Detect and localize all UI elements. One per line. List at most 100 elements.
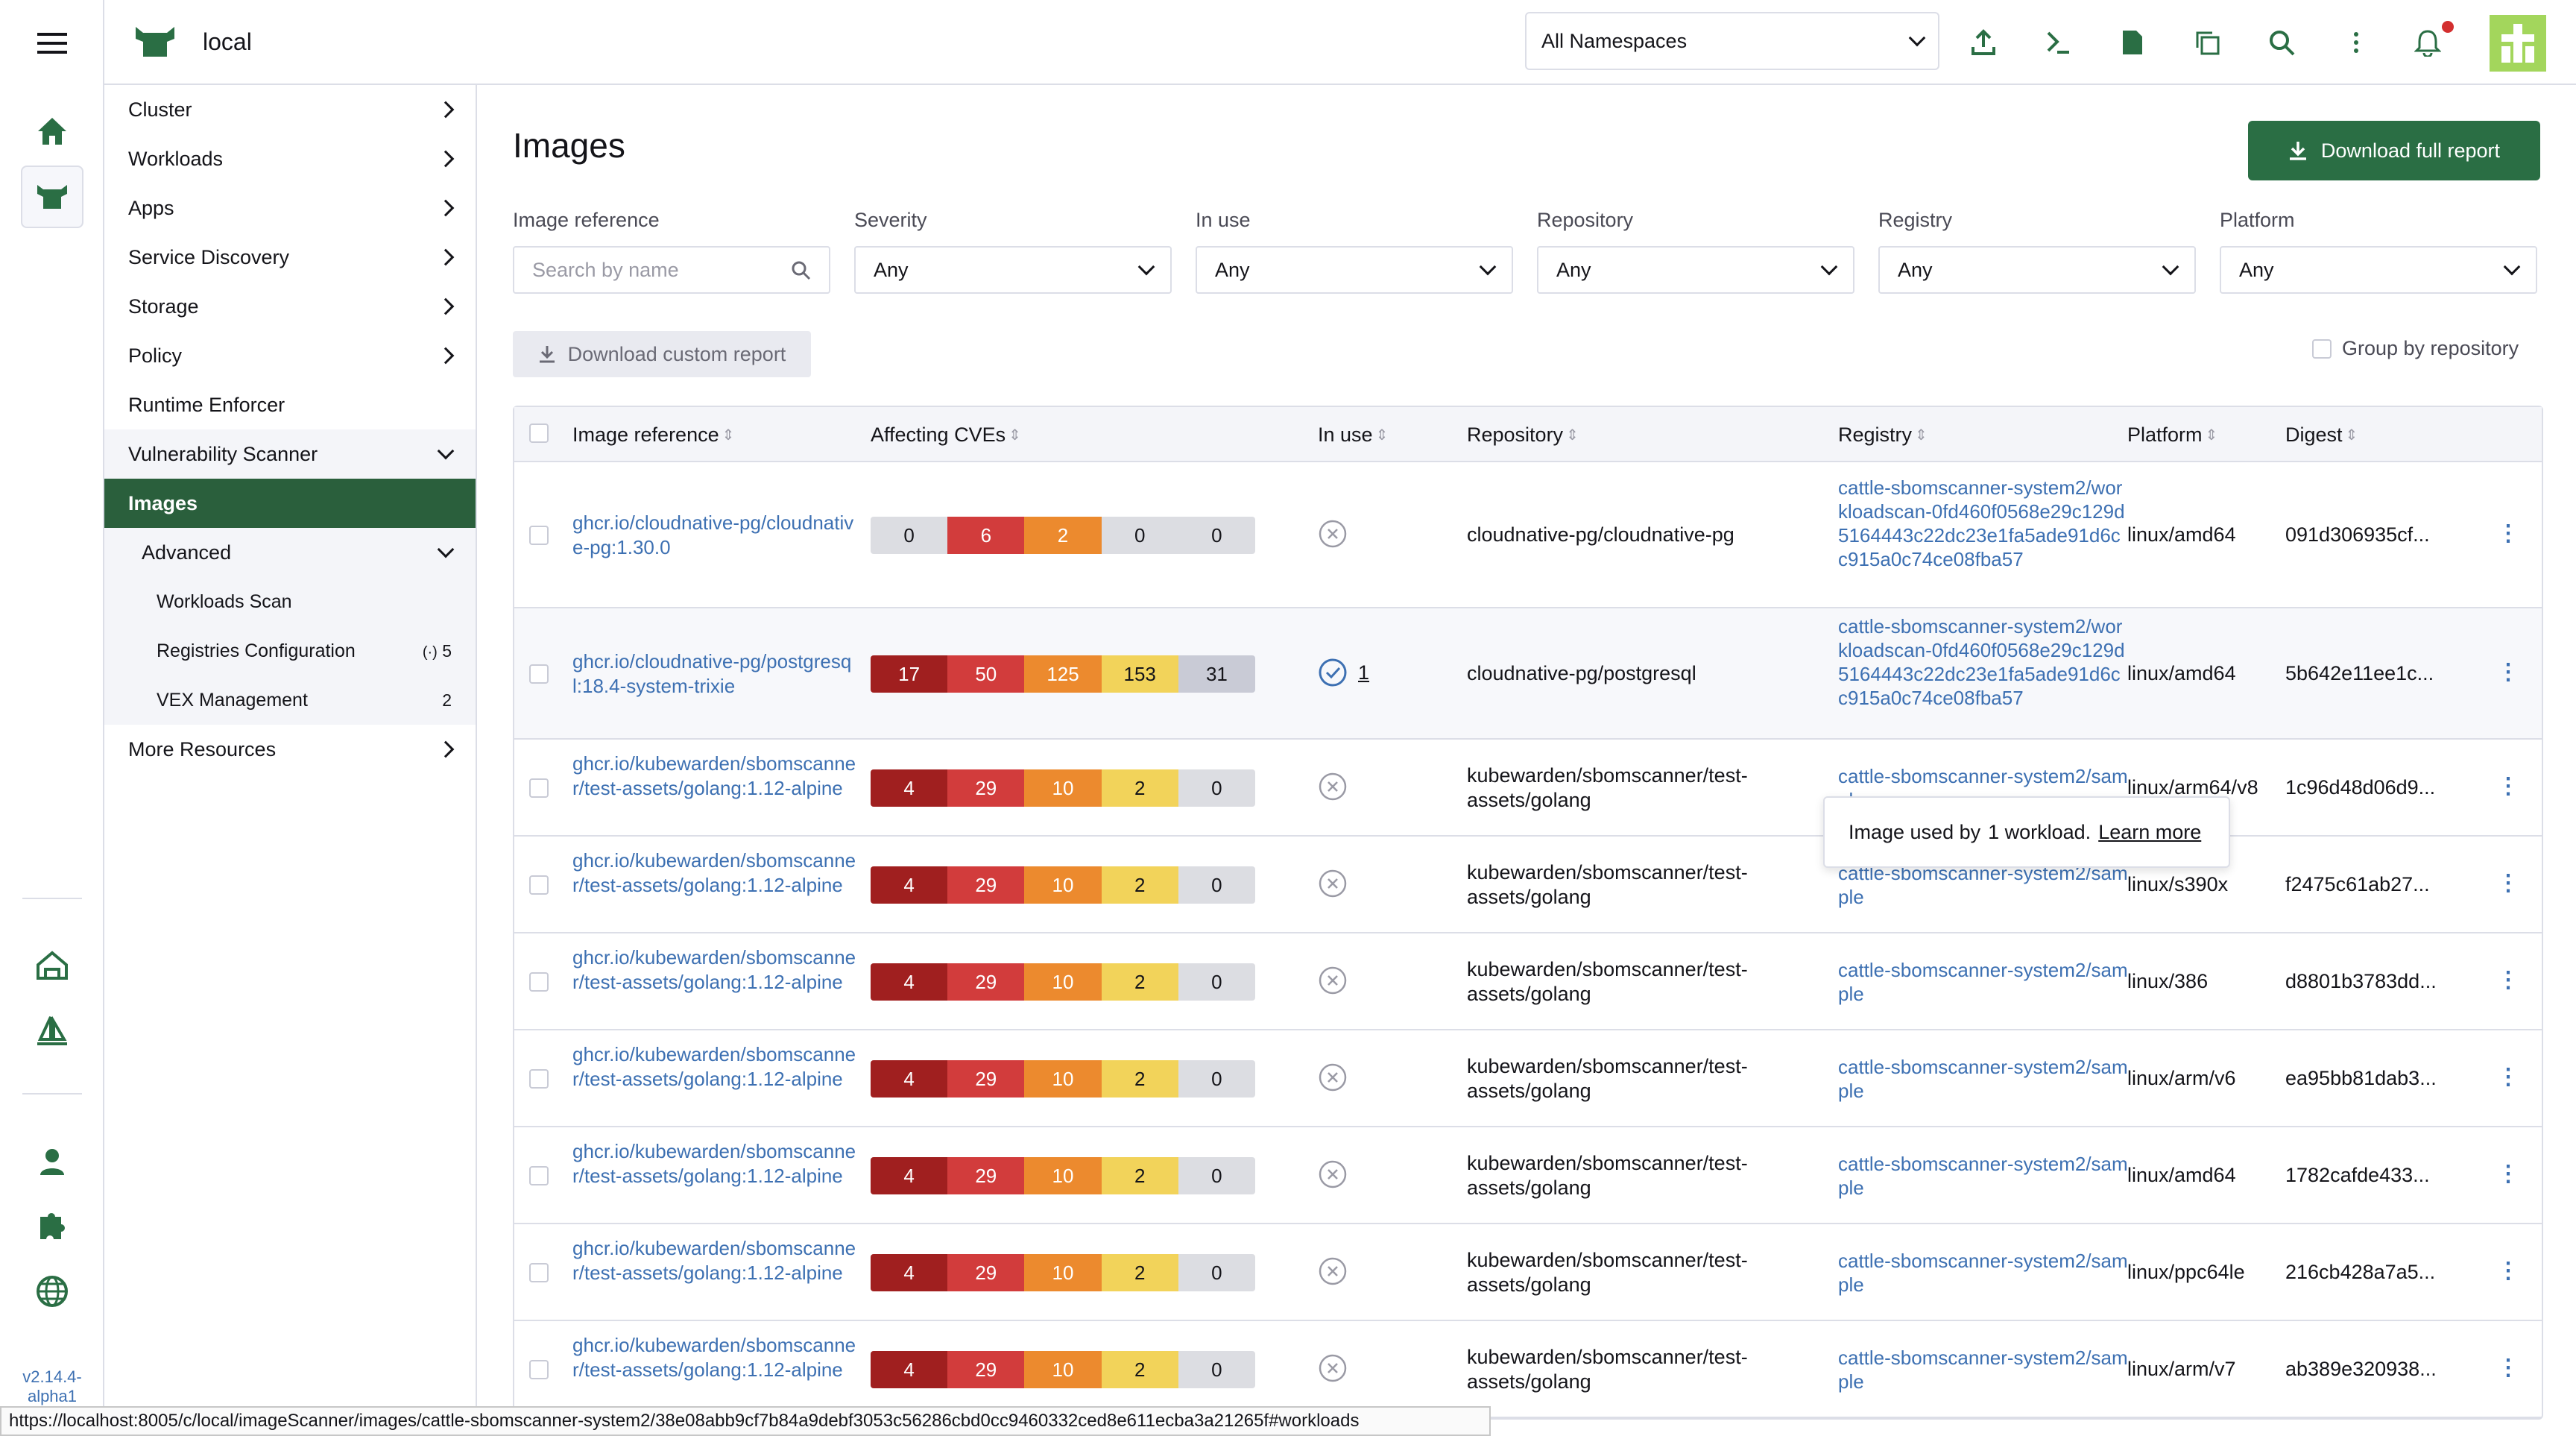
table-row[interactable]: ghcr.io/cloudnative-pg/cloudnative-pg:1.… bbox=[514, 462, 2542, 608]
search-input[interactable]: Search by name bbox=[513, 246, 830, 294]
image-reference-link[interactable]: ghcr.io/kubewarden/sbomscanner/test-asse… bbox=[572, 752, 859, 801]
table-row[interactable]: ghcr.io/kubewarden/sbomscanner/test-asse… bbox=[514, 1030, 2542, 1127]
row-checkbox[interactable] bbox=[529, 1166, 549, 1185]
table-row[interactable]: ghcr.io/cloudnative-pg/postgresql:18.4-s… bbox=[514, 608, 2542, 740]
download-full-report-button[interactable]: Download full report bbox=[2248, 121, 2540, 180]
row-actions-more-icon[interactable]: ⋮ bbox=[2497, 870, 2519, 896]
column-header-platform[interactable]: Platform ⇕ bbox=[2127, 423, 2217, 447]
fleet-icon[interactable] bbox=[21, 933, 83, 996]
image-reference-link[interactable]: ghcr.io/kubewarden/sbomscanner/test-asse… bbox=[572, 1139, 859, 1188]
repository-select[interactable]: Any bbox=[1537, 246, 1854, 294]
terminal-icon[interactable] bbox=[2038, 22, 2078, 63]
image-reference-link[interactable]: ghcr.io/kubewarden/sbomscanner/test-asse… bbox=[572, 945, 859, 995]
row-checkbox[interactable] bbox=[529, 526, 549, 545]
image-reference-link[interactable]: ghcr.io/kubewarden/sbomscanner/test-asse… bbox=[572, 848, 859, 898]
row-checkbox[interactable] bbox=[529, 778, 549, 798]
registry-link[interactable]: cattle-sbomscanner-system2/workloadscan-… bbox=[1838, 476, 2129, 571]
image-reference-link[interactable]: ghcr.io/kubewarden/sbomscanner/test-asse… bbox=[572, 1042, 859, 1092]
row-actions-more-icon[interactable]: ⋮ bbox=[2497, 1355, 2519, 1381]
registry-link[interactable]: cattle-sbomscanner-system2/workloadscan-… bbox=[1838, 614, 2129, 710]
nav-item-apps[interactable]: Apps bbox=[104, 183, 476, 233]
nav-item-runtime-enforcer[interactable]: Runtime Enforcer bbox=[104, 380, 476, 429]
version-label[interactable]: v2.14.4- alpha1 bbox=[0, 1367, 104, 1406]
nav-item-advanced[interactable]: Advanced bbox=[104, 528, 476, 577]
more-icon[interactable] bbox=[2336, 22, 2376, 63]
column-header-image-reference[interactable]: Image reference ⇕ bbox=[572, 423, 734, 447]
sail-icon[interactable] bbox=[21, 999, 83, 1062]
row-actions-more-icon[interactable]: ⋮ bbox=[2497, 1161, 2519, 1187]
nav-item-workloads-scan[interactable]: Workloads Scan bbox=[104, 577, 476, 626]
registry-link[interactable]: cattle-sbomscanner-system2/sample bbox=[1838, 1249, 2129, 1297]
row-actions-more-icon[interactable]: ⋮ bbox=[2497, 1258, 2519, 1284]
row-checkbox[interactable] bbox=[529, 664, 549, 684]
platform-select[interactable]: Any bbox=[2220, 246, 2537, 294]
row-checkbox[interactable] bbox=[529, 1360, 549, 1379]
avatar[interactable] bbox=[2490, 15, 2546, 72]
column-header-repository[interactable]: Repository ⇕ bbox=[1467, 423, 1579, 447]
in-use-select[interactable]: Any bbox=[1196, 246, 1513, 294]
row-actions-more-icon[interactable]: ⋮ bbox=[2497, 967, 2519, 993]
column-header-digest[interactable]: Digest ⇕ bbox=[2285, 423, 2358, 447]
row-actions-more-icon[interactable]: ⋮ bbox=[2497, 659, 2519, 685]
user-icon[interactable] bbox=[21, 1130, 83, 1193]
row-checkbox[interactable] bbox=[529, 1069, 549, 1089]
select-value: Any bbox=[1556, 258, 1591, 281]
cluster-icon[interactable] bbox=[21, 166, 83, 228]
select-all-checkbox[interactable] bbox=[529, 423, 549, 443]
table-row[interactable]: ghcr.io/kubewarden/sbomscanner/test-asse… bbox=[514, 740, 2542, 837]
registry-select[interactable]: Any bbox=[1878, 246, 2196, 294]
nav-item-storage[interactable]: Storage bbox=[104, 282, 476, 331]
column-header-registry[interactable]: Registry ⇕ bbox=[1838, 423, 1928, 447]
image-reference-link[interactable]: ghcr.io/kubewarden/sbomscanner/test-asse… bbox=[572, 1333, 859, 1382]
nav-item-service-discovery[interactable]: Service Discovery bbox=[104, 233, 476, 282]
table-row[interactable]: ghcr.io/kubewarden/sbomscanner/test-asse… bbox=[514, 837, 2542, 933]
nav-item-cluster[interactable]: Cluster bbox=[104, 85, 476, 134]
upload-icon[interactable] bbox=[1963, 22, 2004, 63]
extensions-icon[interactable] bbox=[21, 1194, 83, 1257]
nav-item-vex-management[interactable]: VEX Management 2 bbox=[104, 676, 476, 725]
registry-link[interactable]: cattle-sbomscanner-system2/sample bbox=[1838, 1055, 2129, 1103]
registry-link[interactable]: cattle-sbomscanner-system2/sample bbox=[1838, 1152, 2129, 1200]
nav-item-images[interactable]: Images bbox=[104, 479, 476, 528]
registry-link[interactable]: cattle-sbomscanner-system2/sample bbox=[1838, 861, 2129, 909]
column-header-in-use[interactable]: In use ⇕ bbox=[1318, 423, 1388, 447]
in-use-count-link[interactable]: 1 bbox=[1358, 661, 1369, 684]
image-reference-link[interactable]: ghcr.io/kubewarden/sbomscanner/test-asse… bbox=[572, 1236, 859, 1285]
not-in-use-icon bbox=[1319, 1257, 1347, 1285]
registry-link[interactable]: cattle-sbomscanner-system2/sample bbox=[1838, 1346, 2129, 1394]
row-actions-more-icon[interactable]: ⋮ bbox=[2497, 520, 2519, 547]
row-actions-more-icon[interactable]: ⋮ bbox=[2497, 1064, 2519, 1090]
badge-count: 5 bbox=[442, 640, 452, 661]
file-icon[interactable] bbox=[2112, 22, 2153, 63]
nav-item-vulnerability-scanner[interactable]: Vulnerability Scanner bbox=[104, 429, 476, 479]
table-row[interactable]: ghcr.io/kubewarden/sbomscanner/test-asse… bbox=[514, 1224, 2542, 1321]
image-reference-link[interactable]: ghcr.io/cloudnative-pg/postgresql:18.4-s… bbox=[572, 649, 859, 699]
globe-icon[interactable] bbox=[21, 1260, 83, 1323]
nav-item-label: VEX Management bbox=[157, 689, 308, 711]
column-header-affecting-cves[interactable]: Affecting CVEs ⇕ bbox=[871, 423, 1021, 447]
menu-icon[interactable] bbox=[21, 12, 83, 75]
severity-select[interactable]: Any bbox=[854, 246, 1172, 294]
nav-item-policy[interactable]: Policy bbox=[104, 331, 476, 380]
registry-link[interactable]: cattle-sbomscanner-system2/sample bbox=[1838, 958, 2129, 1006]
search-icon[interactable] bbox=[2261, 22, 2302, 63]
row-actions-more-icon[interactable]: ⋮ bbox=[2497, 773, 2519, 799]
cve-count: 29 bbox=[947, 866, 1025, 904]
row-checkbox[interactable] bbox=[529, 875, 549, 895]
image-reference-link[interactable]: ghcr.io/cloudnative-pg/cloudnative-pg:1.… bbox=[572, 511, 859, 560]
table-row[interactable]: ghcr.io/kubewarden/sbomscanner/test-asse… bbox=[514, 1321, 2542, 1418]
learn-more-link[interactable]: Learn more bbox=[2098, 821, 2201, 844]
home-icon[interactable] bbox=[21, 100, 83, 163]
nav-item-workloads[interactable]: Workloads bbox=[104, 134, 476, 183]
group-by-repository[interactable]: Group by repository bbox=[2312, 337, 2519, 360]
download-custom-report-button[interactable]: Download custom report bbox=[513, 331, 811, 377]
nav-item-registries-configuration[interactable]: Registries Configuration (·) 5 bbox=[104, 626, 476, 676]
table-row[interactable]: ghcr.io/kubewarden/sbomscanner/test-asse… bbox=[514, 1127, 2542, 1224]
row-checkbox[interactable] bbox=[529, 1263, 549, 1282]
nav-item-more-resources[interactable]: More Resources bbox=[104, 725, 476, 774]
table-row[interactable]: ghcr.io/kubewarden/sbomscanner/test-asse… bbox=[514, 933, 2542, 1030]
group-by-checkbox[interactable] bbox=[2312, 338, 2332, 359]
copy-icon[interactable] bbox=[2187, 22, 2227, 63]
row-checkbox[interactable] bbox=[529, 972, 549, 992]
namespace-select[interactable]: All Namespaces bbox=[1525, 12, 1939, 70]
